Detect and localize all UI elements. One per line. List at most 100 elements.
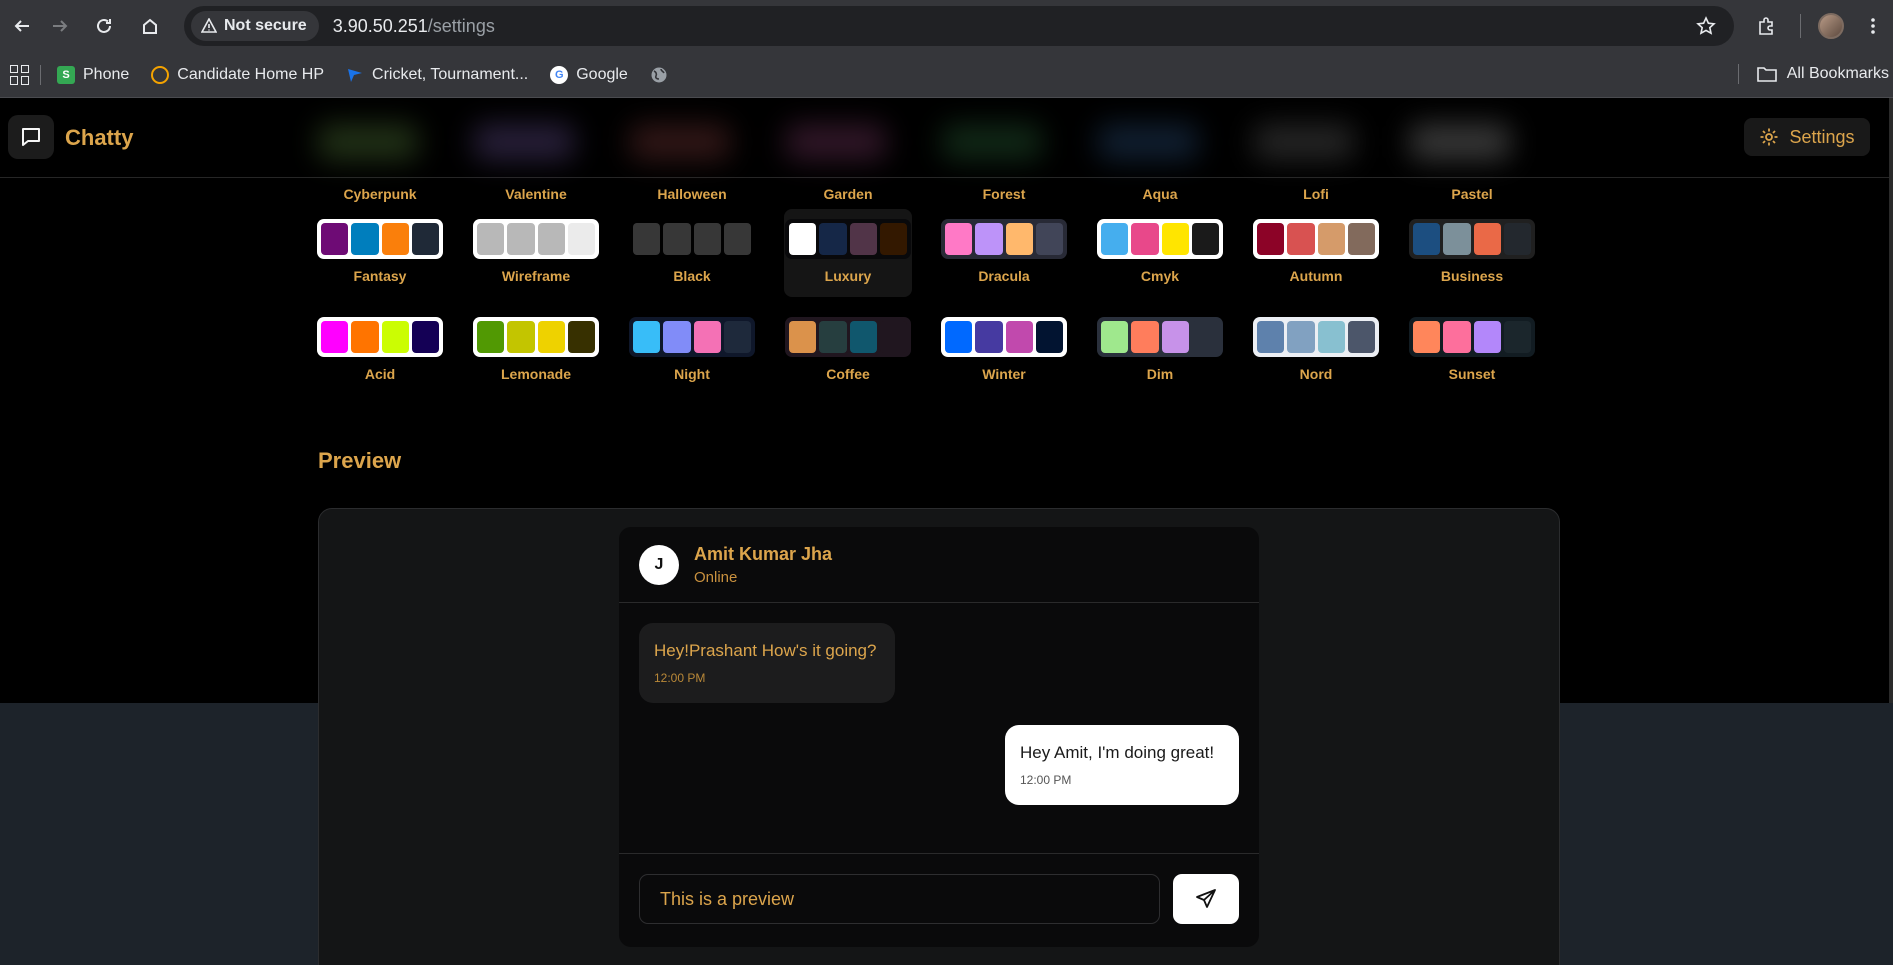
security-chip[interactable]: Not secure — [191, 11, 319, 41]
app-name[interactable]: Chatty — [65, 125, 133, 151]
theme-name[interactable]: Aqua — [1096, 186, 1224, 202]
bookmark-star-icon[interactable] — [1696, 16, 1716, 41]
theme-option-fantasy[interactable]: Fantasy — [316, 209, 444, 297]
theme-swatch — [941, 317, 1067, 357]
theme-option-lemonade[interactable]: Lemonade — [472, 307, 600, 395]
theme-swatch — [317, 317, 443, 357]
bookmark-globe[interactable] — [650, 66, 668, 84]
color-chip — [567, 321, 595, 353]
theme-swatch — [785, 219, 911, 259]
chat-preview: J Amit Kumar Jha Online Hey!Prashant How… — [619, 527, 1259, 947]
color-chip — [849, 223, 877, 255]
preview-card: J Amit Kumar Jha Online Hey!Prashant How… — [318, 508, 1560, 965]
color-chip — [351, 223, 379, 255]
color-chip — [537, 223, 565, 255]
chat-logo-icon[interactable] — [8, 115, 54, 159]
message-input[interactable] — [639, 874, 1160, 924]
theme-swatch — [1409, 219, 1535, 259]
theme-option-business[interactable]: Business — [1408, 209, 1536, 297]
theme-name[interactable]: Garden — [784, 186, 912, 202]
contact-name: Amit Kumar Jha — [694, 543, 833, 564]
theme-option-winter[interactable]: Winter — [940, 307, 1068, 395]
theme-option-black[interactable]: Black — [628, 209, 756, 297]
theme-option-luxury[interactable]: Luxury — [784, 209, 912, 297]
theme-name[interactable]: Lofi — [1252, 186, 1380, 202]
all-bookmarks[interactable]: All Bookmarks — [1737, 64, 1889, 84]
theme-name: Dracula — [978, 268, 1030, 284]
theme-option-dim[interactable]: Dim — [1096, 307, 1224, 395]
theme-name[interactable]: Pastel — [1408, 186, 1536, 202]
bookmark-cricket[interactable]: Cricket, Tournament... — [346, 66, 528, 84]
color-chip — [1257, 321, 1285, 353]
theme-name: Lemonade — [500, 366, 571, 382]
url-host: 3.90.50.251 — [332, 15, 428, 36]
bookmark-phone[interactable]: S Phone — [57, 65, 130, 84]
app-header: Chatty Settings — [0, 98, 1890, 178]
color-chip — [819, 321, 847, 353]
theme-name[interactable]: Halloween — [628, 186, 756, 202]
bookmark-candidate-home[interactable]: Candidate Home HP — [151, 65, 325, 84]
warning-icon — [201, 18, 217, 33]
color-chip — [1503, 321, 1531, 353]
color-chip — [411, 223, 439, 255]
address-bar[interactable]: Not secure 3.90.50.251/settings — [184, 6, 1734, 46]
color-chip — [819, 223, 847, 255]
forward-icon[interactable] — [38, 0, 82, 52]
theme-option-wireframe[interactable]: Wireframe — [472, 209, 600, 297]
bookmark-google[interactable]: G Google — [550, 65, 628, 84]
menu-icon[interactable] — [1853, 0, 1893, 52]
theme-swatch — [629, 219, 755, 259]
theme-option-acid[interactable]: Acid — [316, 307, 444, 395]
theme-option-autumn[interactable]: Autumn — [1252, 209, 1380, 297]
theme-option-cmyk[interactable]: Cmyk — [1096, 209, 1224, 297]
color-chip — [663, 223, 691, 255]
bookmarks-bar: S Phone Candidate Home HP Cricket, Tourn… — [0, 52, 1893, 98]
color-chip — [351, 321, 379, 353]
home-icon[interactable] — [128, 0, 172, 52]
theme-swatch — [1253, 219, 1379, 259]
reload-icon[interactable] — [82, 0, 126, 52]
color-chip — [477, 321, 505, 353]
color-chip — [789, 223, 817, 255]
color-chip — [507, 223, 535, 255]
theme-name[interactable]: Cyberpunk — [316, 186, 444, 202]
color-chip — [1005, 321, 1033, 353]
color-chip — [1503, 223, 1531, 255]
theme-name[interactable]: Valentine — [472, 186, 600, 202]
bookmark-label: Cricket, Tournament... — [372, 65, 529, 83]
theme-name: Winter — [982, 366, 1026, 382]
page-scrollbar[interactable] — [1889, 98, 1893, 703]
theme-name[interactable]: Forest — [940, 186, 1068, 202]
extensions-icon[interactable] — [1740, 0, 1792, 52]
gear-icon — [1760, 128, 1778, 146]
bookmark-label: Candidate Home HP — [177, 65, 325, 83]
theme-option-coffee[interactable]: Coffee — [784, 307, 912, 395]
send-button[interactable] — [1173, 874, 1239, 924]
theme-option-sunset[interactable]: Sunset — [1408, 307, 1536, 395]
browser-toolbar: Not secure 3.90.50.251/settings — [0, 0, 1893, 52]
profile-avatar[interactable] — [1809, 0, 1853, 52]
settings-button[interactable]: Settings — [1744, 118, 1870, 156]
theme-option-nord[interactable]: Nord — [1252, 307, 1380, 395]
color-chip — [1161, 321, 1189, 353]
color-chip — [411, 321, 439, 353]
all-bookmarks-label: All Bookmarks — [1786, 65, 1889, 82]
color-chip — [1161, 223, 1189, 255]
bookmark-label: Phone — [83, 65, 130, 83]
theme-name: Fantasy — [353, 268, 407, 284]
color-chip — [723, 321, 751, 353]
color-chip — [1035, 321, 1063, 353]
color-chip — [1287, 223, 1315, 255]
color-chip — [321, 321, 349, 353]
header-glow — [318, 124, 1558, 164]
apps-grid-icon[interactable] — [10, 64, 30, 85]
theme-option-night[interactable]: Night — [628, 307, 756, 395]
message-text: Hey Amit, I'm doing great! — [1020, 743, 1215, 762]
theme-swatch — [941, 219, 1067, 259]
color-chip — [789, 321, 817, 353]
message-time: 12:00 PM — [1020, 773, 1072, 787]
color-chip — [1317, 223, 1345, 255]
url-text[interactable]: 3.90.50.251/settings — [333, 16, 495, 37]
theme-option-dracula[interactable]: Dracula — [940, 209, 1068, 297]
contact-status: Online — [694, 568, 738, 586]
